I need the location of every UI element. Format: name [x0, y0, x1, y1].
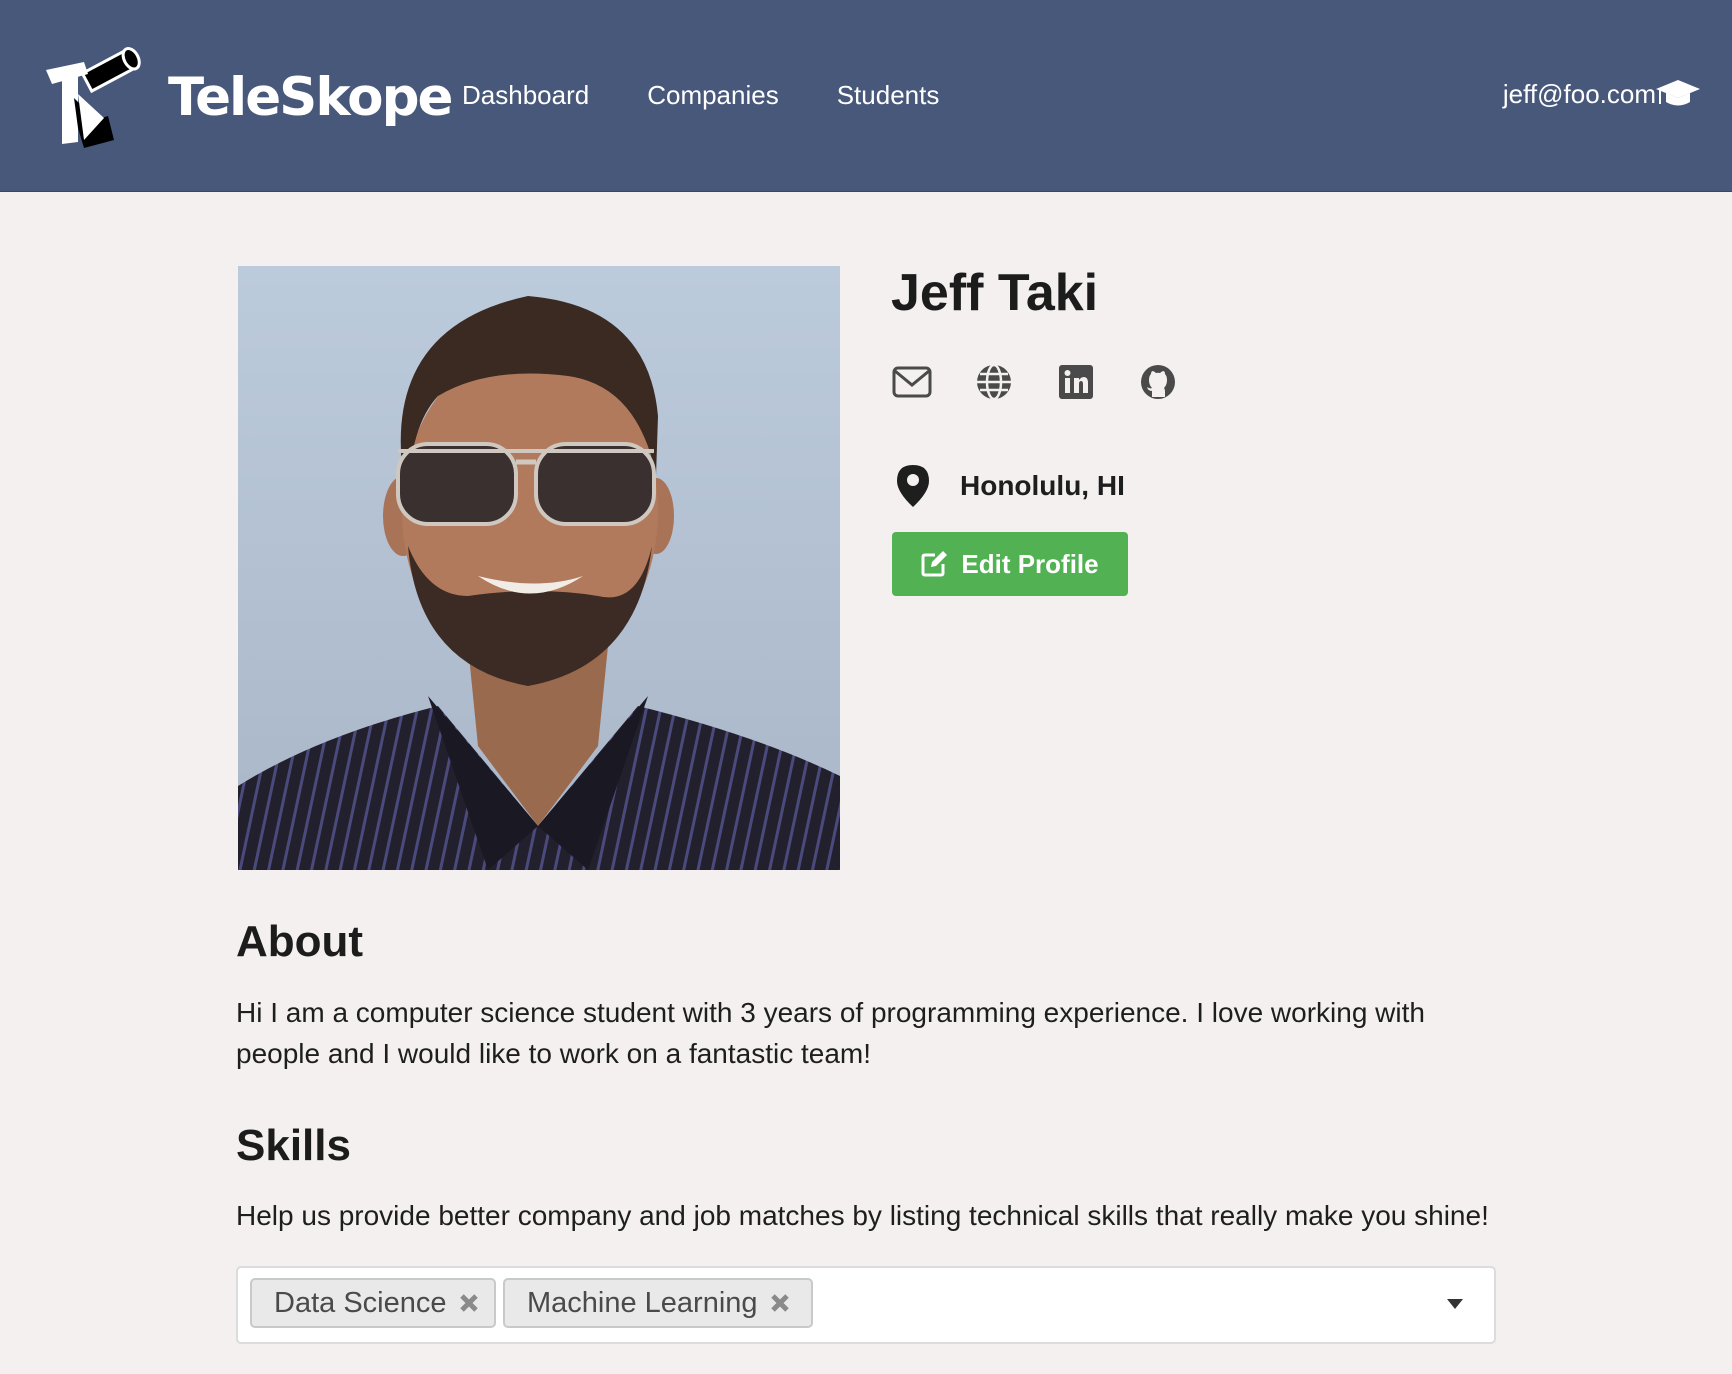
user-menu[interactable]: jeff@foo.com	[1503, 74, 1702, 114]
nav-students[interactable]: Students	[837, 76, 940, 114]
user-email[interactable]: jeff@foo.com	[1503, 74, 1656, 114]
skill-tag[interactable]: Machine Learning	[503, 1278, 813, 1328]
skill-tag-label: Data Science	[274, 1286, 447, 1319]
nav-companies[interactable]: Companies	[647, 76, 779, 114]
globe-icon[interactable]	[974, 362, 1014, 402]
graduation-cap-icon	[1656, 80, 1700, 106]
envelope-icon[interactable]	[892, 362, 932, 402]
map-marker-icon	[896, 464, 934, 508]
skill-tag-label: Machine Learning	[527, 1286, 758, 1319]
skills-help-text: Help us provide better company and job m…	[236, 1200, 1489, 1231]
edit-profile-label: Edit Profile	[961, 548, 1099, 579]
skills-multiselect[interactable]: Data Science Machine Learning	[236, 1266, 1496, 1344]
brand-name[interactable]: TeleSkope	[168, 66, 453, 130]
main-nav: Dashboard Companies Students	[462, 76, 939, 114]
edit-icon	[921, 551, 948, 577]
remove-tag-icon[interactable]	[459, 1293, 479, 1313]
dropdown-caret-icon[interactable]	[1446, 1298, 1464, 1310]
teleskope-logo[interactable]	[44, 44, 148, 148]
profile-name: Jeff Taki	[891, 264, 1099, 322]
linkedin-icon[interactable]	[1056, 362, 1096, 402]
top-navbar: TeleSkope Dashboard Companies Students j…	[0, 0, 1732, 192]
location-text: Honolulu, HI	[960, 470, 1125, 501]
profile-photo	[238, 266, 840, 870]
nav-dashboard[interactable]: Dashboard	[462, 76, 589, 114]
edit-profile-button[interactable]: Edit Profile	[892, 532, 1128, 596]
about-text: Hi I am a computer science student with …	[236, 997, 1425, 1069]
about-heading: About	[236, 917, 364, 966]
remove-tag-icon[interactable]	[770, 1293, 790, 1313]
social-links	[892, 362, 1178, 402]
github-icon[interactable]	[1138, 362, 1178, 402]
location: Honolulu, HI	[896, 464, 1125, 508]
skill-tag[interactable]: Data Science	[250, 1278, 496, 1328]
skills-heading: Skills	[236, 1121, 351, 1170]
